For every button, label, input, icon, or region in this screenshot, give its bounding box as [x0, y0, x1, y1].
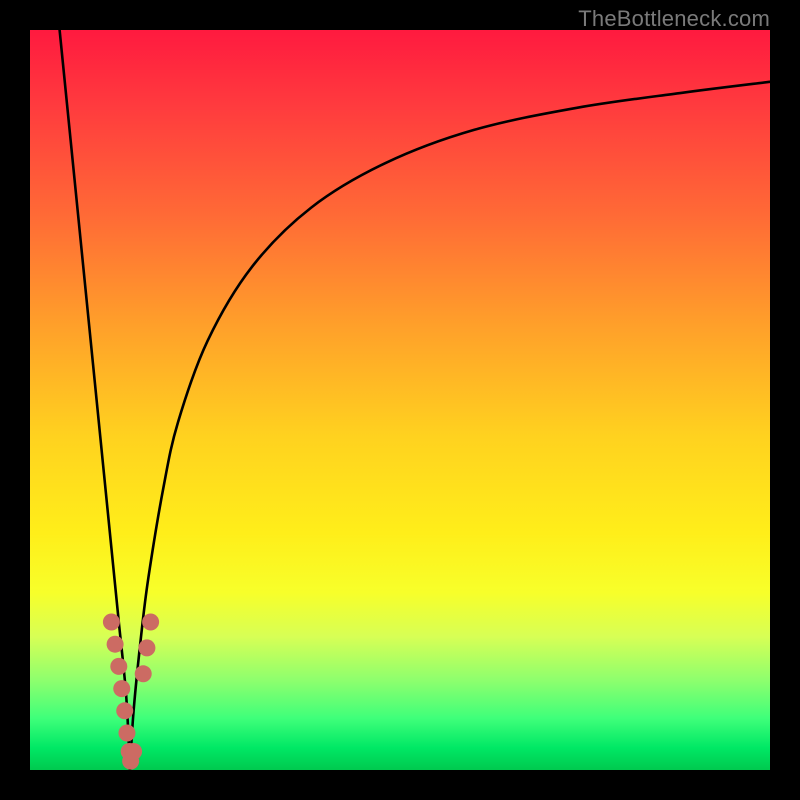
highlight-marker	[118, 725, 135, 742]
marker-layer	[103, 614, 159, 770]
curve-layer	[60, 30, 770, 770]
chart-frame: TheBottleneck.com	[0, 0, 800, 800]
highlight-marker	[107, 636, 124, 653]
highlight-marker	[113, 680, 130, 697]
highlight-marker	[138, 639, 155, 656]
highlight-marker	[103, 614, 120, 631]
highlight-marker	[135, 665, 152, 682]
series-right-branch	[130, 82, 770, 770]
highlight-marker	[110, 658, 127, 675]
highlight-marker	[125, 743, 142, 760]
chart-svg	[0, 0, 800, 800]
highlight-marker	[116, 702, 133, 719]
highlight-marker	[142, 614, 159, 631]
